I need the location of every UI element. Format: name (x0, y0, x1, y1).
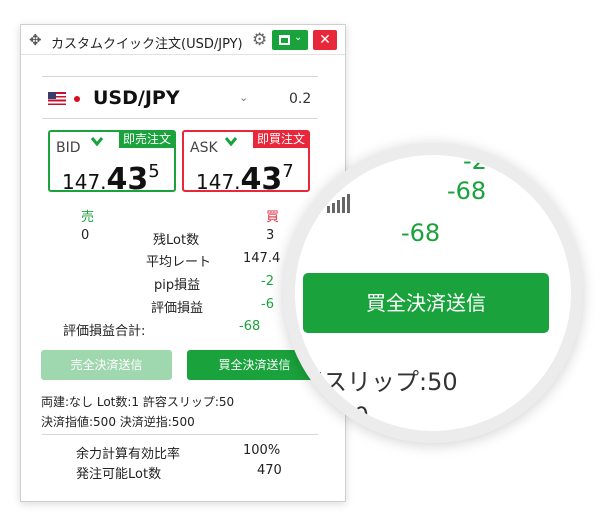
bid-price: 147.435 (62, 161, 160, 197)
lot-size: 0.2 (289, 91, 312, 107)
pip-pl-label: pip損益 (154, 278, 201, 293)
move-icon[interactable]: ✥ (29, 32, 42, 48)
chevron-down-icon: ⌄ (294, 32, 303, 43)
magnified-valuation-pl: -68 (447, 177, 487, 205)
buy-average-rate: 147.4 (243, 251, 281, 266)
sell-header: 売 (81, 210, 95, 225)
buy-valuation-pl: -6 (261, 297, 274, 312)
window-layout-icon (279, 35, 290, 45)
title-bar[interactable]: ✥ カスタムクイック注文(USD/JPY) ⚙ ⌄ ✕ (21, 25, 345, 55)
chevron-down-icon[interactable]: ⌄ (239, 91, 248, 104)
valuation-pl-label: 評価損益 (151, 301, 204, 316)
capacity-ratio-label: 余力計算有効比率 (76, 447, 181, 462)
sell-lot-count: 0 (81, 228, 90, 243)
buy-pip-pl: -2 (261, 274, 274, 289)
sell-close-all-button[interactable]: 売全決済送信 (41, 350, 172, 380)
close-button[interactable]: ✕ (313, 30, 337, 50)
chevron-down-icon (90, 137, 104, 147)
orderable-lots-value: 470 (257, 463, 282, 478)
divider (42, 118, 318, 119)
close-icon: ✕ (319, 32, 331, 48)
currency-pair-select[interactable]: USD/JPY (93, 87, 180, 109)
instant-buy-tag: 即買注文 (252, 131, 309, 148)
window-title: カスタムクイック注文(USD/JPY) (51, 37, 243, 52)
remaining-lot-label: 残Lot数 (153, 233, 200, 248)
chevron-down-icon (224, 137, 238, 147)
us-flag-icon (48, 92, 66, 105)
bid-quote-button[interactable]: BID 即売注文 147.435 (48, 130, 176, 197)
magnified-pip-pl: -2 (463, 147, 487, 175)
buy-lot-count: 3 (266, 228, 275, 243)
settings-line-2: 決済指値:500 決済逆指:500 (41, 415, 195, 429)
total-valuation-pl-label: 評価損益合計: (63, 324, 146, 339)
magnifier-callout: -2 -68 -68 買全決済送信 許容スリップ:50 指:500 (283, 143, 583, 443)
jp-flag-icon (71, 93, 83, 105)
divider (42, 76, 318, 77)
ask-price: 147.437 (196, 161, 294, 197)
magnified-slippage-text: 許容スリップ:50 (283, 368, 458, 396)
capacity-ratio-value: 100% (243, 443, 281, 458)
ask-quote-button[interactable]: ASK 即買注文 147.437 (182, 130, 310, 197)
signal-bars-icon (325, 191, 353, 215)
window-layout-button[interactable]: ⌄ (272, 30, 308, 50)
gear-icon[interactable]: ⚙ (252, 31, 267, 49)
divider (42, 434, 318, 435)
buy-header: 買 (266, 210, 280, 225)
magnified-total-pl: -68 (401, 219, 441, 247)
instant-sell-tag: 即売注文 (118, 131, 175, 148)
magnified-limit-text: 指:500 (291, 402, 369, 430)
settings-line-1: 両建:なし Lot数:1 許容スリップ:50 (41, 395, 235, 409)
orderable-lots-label: 発注可能Lot数 (76, 467, 162, 482)
average-rate-label: 平均レート (146, 255, 212, 270)
magnified-buy-close-all-button: 買全決済送信 (303, 273, 549, 333)
total-valuation-pl: -68 (239, 319, 261, 334)
